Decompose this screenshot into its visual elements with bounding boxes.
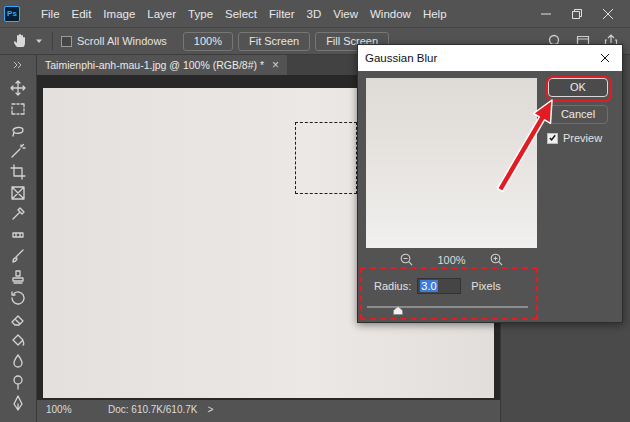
menu-item[interactable]: Edit [72, 8, 92, 20]
tool-button[interactable] [10, 392, 26, 413]
clone-stamp-tool-icon [10, 269, 26, 285]
brush-tool-icon [10, 248, 26, 264]
dialog-body: 100% Radius: 3.0 Pixels OK Cancel Preview [358, 71, 622, 315]
check-icon [548, 133, 557, 143]
magic-wand-tool-icon [10, 143, 26, 159]
collapse-icon[interactable] [13, 61, 23, 69]
menu-item[interactable]: Select [225, 8, 257, 20]
radius-highlight [360, 267, 538, 320]
tool-button[interactable] [10, 245, 26, 266]
healing-brush-tool-icon [10, 227, 26, 243]
menu-item[interactable]: Help [423, 8, 447, 20]
tool-button[interactable] [10, 77, 26, 98]
menu-item[interactable]: Filter [269, 8, 295, 20]
tool-button[interactable] [10, 308, 26, 329]
checkbox-box[interactable] [61, 36, 72, 47]
document-title: Taimienphi-anh-mau-1.jpg @ 100% (RGB/8#)… [45, 59, 264, 71]
separator [52, 32, 53, 50]
dialog-button[interactable]: OK [548, 78, 608, 97]
document-size: Doc: 610.7K/610.7K [108, 404, 198, 415]
tab-close-button[interactable]: × [272, 58, 279, 72]
radius-slider[interactable] [367, 303, 528, 315]
window-controls [540, 8, 630, 20]
dialog-controls: 100% Radius: 3.0 Pixels [366, 78, 537, 315]
tool-button[interactable] [10, 350, 26, 371]
close-icon[interactable] [602, 8, 614, 20]
preview-zoom: 100% [366, 252, 537, 267]
gaussian-blur-dialog: Gaussian Blur 100% Radius: 3.0 Pixels OK Cance… [357, 44, 623, 323]
pen-tool-icon [10, 395, 26, 411]
radius-input[interactable]: 3.0 [417, 278, 461, 294]
checkbox-label: Preview [563, 132, 602, 144]
marquee-tool-icon [10, 101, 26, 117]
hand-tool-icon[interactable] [12, 33, 28, 49]
slider-track [367, 306, 528, 308]
tool-button[interactable] [10, 119, 26, 140]
menu-item[interactable]: 3D [307, 8, 322, 20]
radius-unit: Pixels [471, 280, 500, 292]
checkbox-box[interactable] [547, 133, 558, 144]
radius-label: Radius: [374, 280, 411, 292]
tool-button[interactable] [10, 224, 26, 245]
zoom-in-icon[interactable] [490, 253, 503, 266]
tool-button[interactable] [10, 266, 26, 287]
menu-item[interactable]: Image [103, 8, 135, 20]
tools-panel [0, 55, 37, 422]
zoom-level[interactable]: 100% [46, 404, 108, 415]
status-bar: 100%Doc: 610.7K/610.7K > [37, 400, 500, 422]
dialog-button[interactable]: Cancel [548, 105, 608, 124]
tool-button[interactable] [10, 371, 26, 392]
zoom-out-icon[interactable] [400, 253, 413, 266]
blur-tool-icon [10, 353, 26, 369]
red-arrow-icon [0, 0, 630, 422]
radius-field: Radius: 3.0 Pixels [366, 278, 537, 294]
checkbox-label: Scroll All Windows [77, 35, 167, 47]
move-tool-icon [10, 80, 26, 96]
tool-button[interactable] [10, 140, 26, 161]
tool-button[interactable] [10, 182, 26, 203]
preview-checkbox[interactable]: Preview [547, 132, 609, 144]
selection-marquee[interactable] [295, 122, 357, 194]
document-tab[interactable]: Taimienphi-anh-mau-1.jpg @ 100% (RGB/8#)… [37, 55, 287, 75]
crop-tool-icon [10, 164, 26, 180]
status-menu-button[interactable]: > [208, 404, 214, 415]
radius-value: 3.0 [420, 280, 437, 292]
slider-thumb-icon[interactable] [393, 306, 403, 315]
tool-button[interactable] [10, 203, 26, 224]
preset-dropdown-icon[interactable] [35, 37, 43, 45]
scroll-all-windows-checkbox[interactable]: Scroll All Windows [61, 35, 167, 47]
eraser-tool-icon [10, 311, 26, 327]
menu-item[interactable]: File [41, 8, 60, 20]
tool-button[interactable] [10, 329, 26, 350]
tool-button[interactable] [10, 161, 26, 182]
view-button[interactable]: 100% [183, 32, 233, 51]
minimize-icon[interactable] [540, 8, 552, 20]
eyedropper-tool-icon [10, 206, 26, 222]
menu-bar: Ps File Edit Image Layer Type Select Filter 3D Vi… [0, 0, 630, 27]
frame-tool-icon [10, 185, 26, 201]
view-button[interactable]: Fit Screen [238, 32, 310, 51]
tool-button[interactable] [10, 98, 26, 119]
ok-highlight [546, 76, 612, 102]
restore-icon[interactable] [571, 8, 583, 20]
main-menu: File Edit Image Layer Type Select Filter 3D View… [41, 8, 447, 20]
lasso-tool-icon [10, 122, 26, 138]
dialog-close-icon[interactable] [600, 53, 610, 63]
menu-item[interactable]: View [333, 8, 358, 20]
menu-item[interactable]: Layer [147, 8, 176, 20]
dialog-title: Gaussian Blur [365, 52, 437, 64]
blur-preview[interactable] [366, 78, 537, 248]
photoshop-logo-icon[interactable]: Ps [4, 6, 20, 22]
menu-item[interactable]: Type [188, 8, 213, 20]
paint-bucket-tool-icon [10, 332, 26, 348]
tool-button[interactable] [10, 287, 26, 308]
preview-zoom-level: 100% [437, 254, 465, 266]
dialog-title-bar: Gaussian Blur [358, 45, 622, 71]
history-brush-tool-icon [10, 290, 26, 306]
dodge-tool-icon [10, 374, 26, 390]
menu-item[interactable]: Window [370, 8, 411, 20]
photoshop-window: Ps File Edit Image Layer Type Select Filter 3D Vi… [0, 0, 630, 422]
dialog-actions: OK Cancel Preview [547, 78, 609, 315]
